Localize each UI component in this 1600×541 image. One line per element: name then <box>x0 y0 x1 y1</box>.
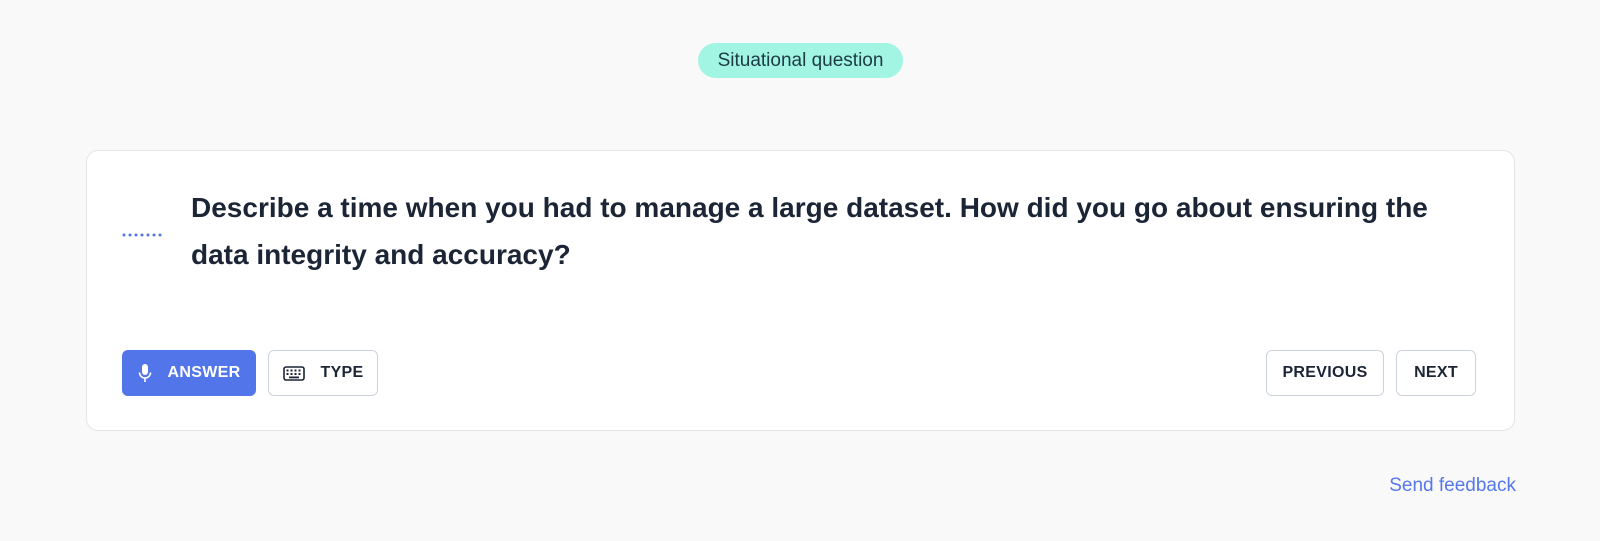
keyboard-icon <box>282 365 305 381</box>
type-button-label: TYPE <box>320 364 364 381</box>
answer-button[interactable]: ANSWER <box>122 350 256 396</box>
type-button[interactable]: TYPE <box>268 350 378 396</box>
send-feedback-link[interactable]: Send feedback <box>1389 475 1516 497</box>
answer-button-label: ANSWER <box>167 364 241 381</box>
previous-button[interactable]: PREVIOUS <box>1266 350 1384 396</box>
microphone-icon <box>138 363 152 383</box>
question-text: Describe a time when you had to manage a… <box>191 192 1428 270</box>
next-button[interactable]: NEXT <box>1396 350 1476 396</box>
question-card: Describe a time when you had to manage a… <box>86 150 1515 431</box>
audio-dots-icon <box>122 225 162 237</box>
question-type-badge: Situational question <box>698 43 903 78</box>
